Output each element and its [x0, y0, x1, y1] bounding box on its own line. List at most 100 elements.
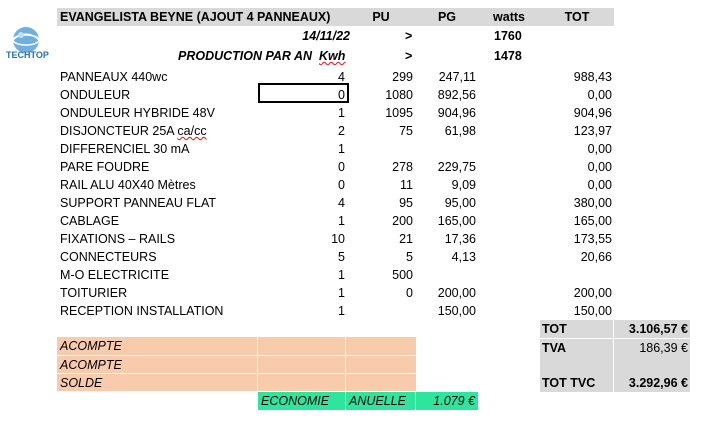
cell-qty[interactable]: 1	[338, 212, 345, 230]
cell-pg[interactable]: 904,96	[438, 104, 476, 122]
cell-pg[interactable]: 4,13	[452, 248, 476, 266]
tva-value: 186,39 €	[614, 339, 690, 357]
cell-tot[interactable]: 988,43	[574, 68, 612, 86]
table-row: RAIL ALU 40X40 Mètres 0 11 9,09 0,00	[0, 176, 707, 194]
tot-value: 3.106,57 €	[614, 320, 690, 338]
cell-label[interactable]: DISJONCTEUR 25A ca/cc	[60, 122, 207, 140]
cell-label[interactable]: CONNECTEURS	[60, 248, 157, 266]
cell-tot[interactable]: 20,66	[581, 248, 612, 266]
cell-pg[interactable]: 95,00	[445, 194, 476, 212]
cell-pu[interactable]: 200	[392, 212, 413, 230]
cell-label[interactable]: CABLAGE	[60, 212, 119, 230]
cell-label[interactable]: TOITURIER	[60, 284, 127, 302]
date-arrow: >	[405, 29, 413, 43]
cell-qty[interactable]: 0	[338, 176, 345, 194]
date-value: 14/11/22	[302, 29, 350, 43]
cell-pg[interactable]: 150,00	[438, 302, 476, 320]
cell-qty[interactable]: 1	[338, 266, 345, 284]
cell-pu[interactable]: 11	[400, 176, 413, 194]
header-watts: watts	[478, 8, 540, 26]
cell-pu[interactable]: 21	[399, 230, 413, 248]
cell-pg[interactable]: 247,11	[439, 68, 476, 86]
cell-label[interactable]: PARE FOUDRE	[60, 158, 149, 176]
economie-label: ECONOMIE	[258, 392, 346, 410]
payment-cell-1b[interactable]	[258, 337, 346, 355]
table-row: CONNECTEURS 5 5 4,13 20,66	[0, 248, 707, 266]
cell-pu[interactable]: 5	[406, 248, 413, 266]
techtop-logo: TECHTOP	[4, 24, 50, 64]
cell-pu[interactable]: 75	[399, 122, 413, 140]
cell-pu[interactable]: 1095	[385, 104, 413, 122]
cell-pu[interactable]: 278	[392, 158, 413, 176]
economie-value: 1.079 €	[416, 392, 478, 410]
cell-label[interactable]: ONDULEUR HYBRIDE 48V	[60, 104, 215, 122]
cell-label[interactable]: RECEPTION INSTALLATION	[60, 302, 223, 320]
logo-text: TECHTOP	[6, 50, 49, 60]
totals-empty-a	[540, 357, 614, 374]
header-title: EVANGELISTA BEYNE (AJOUT 4 PANNEAUX)	[57, 8, 346, 26]
header-tot: TOT	[540, 8, 614, 26]
cell-tot[interactable]: 123,97	[574, 122, 612, 140]
cell-pg[interactable]: 229,75	[438, 158, 476, 176]
cell-label[interactable]: M-O ELECTRICITE	[60, 266, 169, 284]
cell-pu[interactable]: 0	[406, 284, 413, 302]
cell-qty[interactable]: 5	[338, 248, 345, 266]
cell-tot[interactable]: 0,00	[588, 86, 612, 104]
table-row: TOITURIER 1 0 200,00 200,00	[0, 284, 707, 302]
cell-pg[interactable]: 892,56	[438, 86, 476, 104]
tva-label: TVA	[540, 339, 614, 357]
payment-cell-2b[interactable]	[258, 355, 346, 373]
cell-pu[interactable]: 1080	[385, 86, 413, 104]
payment-cell-1c[interactable]	[346, 337, 416, 355]
cell-tot[interactable]: 165,00	[574, 212, 612, 230]
cell-qty[interactable]: 1	[338, 284, 345, 302]
cell-pg[interactable]: 17,36	[445, 230, 476, 248]
cell-tot[interactable]: 0,00	[588, 176, 612, 194]
cell-label[interactable]: PANNEAUX 440wc	[60, 68, 167, 86]
cell-pu[interactable]: 299	[392, 68, 413, 86]
table-row: PANNEAUX 440wc 4 299 247,11 988,43	[0, 68, 707, 86]
cell-qty[interactable]: 2	[338, 122, 345, 140]
cell-qty[interactable]: 10	[331, 230, 345, 248]
cell-label[interactable]: SUPPORT PANNEAU FLAT	[60, 194, 216, 212]
cell-tot[interactable]: 380,00	[574, 194, 612, 212]
cell-pu[interactable]: 95	[399, 194, 413, 212]
cell-tot[interactable]: 904,96	[574, 104, 612, 122]
table-row: FIXATIONS – RAILS 10 21 17,36 173,55	[0, 230, 707, 248]
cell-label[interactable]: RAIL ALU 40X40 Mètres	[60, 176, 196, 194]
table-row: M-O ELECTRICITE 1 500	[0, 266, 707, 284]
selected-cell[interactable]	[258, 83, 349, 103]
cell-pg[interactable]: 200,00	[438, 284, 476, 302]
cell-label[interactable]: ONDULEUR	[60, 86, 130, 104]
cell-pg[interactable]: 165,00	[438, 212, 476, 230]
watts-value: 1760	[494, 29, 522, 43]
cell-qty[interactable]: 1	[338, 140, 345, 158]
economie-label-2: ANUELLE	[346, 392, 416, 410]
payment-cell-2c[interactable]	[346, 355, 416, 373]
cell-tot[interactable]: 0,00	[588, 158, 612, 176]
cell-tot[interactable]: 173,55	[574, 230, 612, 248]
cell-qty[interactable]: 4	[338, 194, 345, 212]
cell-label[interactable]: FIXATIONS – RAILS	[60, 230, 175, 248]
cell-pg[interactable]: 9,09	[452, 176, 476, 194]
cell-tot[interactable]: 150,00	[574, 302, 612, 320]
header-pu: PU	[346, 8, 416, 26]
cell-tot[interactable]: 0,00	[588, 140, 612, 158]
payment-label-3: SOLDE	[57, 373, 258, 391]
cell-pu[interactable]: 500	[392, 266, 413, 284]
cell-qty[interactable]: 0	[338, 158, 345, 176]
cell-qty[interactable]: 1	[338, 302, 345, 320]
payment-cell-3c[interactable]	[346, 373, 416, 391]
production-value: 1478	[494, 49, 522, 63]
totals-empty-b	[614, 357, 690, 374]
payment-cell-3b[interactable]	[258, 373, 346, 391]
cell-label[interactable]: DIFFERENCIEL 30 mA	[60, 140, 189, 158]
table-row: DIFFERENCIEL 30 mA 1 0,00	[0, 140, 707, 158]
production-label: PRODUCTION PAR AN Kwh	[178, 49, 345, 63]
payment-label-2: ACOMPTE	[57, 355, 258, 373]
header-pg: PG	[416, 8, 478, 26]
cell-qty[interactable]: 1	[338, 104, 345, 122]
cell-tot[interactable]: 200,00	[574, 284, 612, 302]
payment-label-1: ACOMPTE	[57, 337, 258, 355]
cell-pg[interactable]: 61,98	[445, 122, 476, 140]
